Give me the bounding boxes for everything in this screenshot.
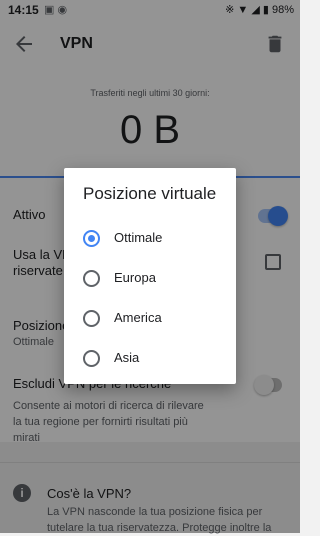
option-label: Ottimale bbox=[114, 230, 163, 245]
radio-button[interactable] bbox=[83, 270, 100, 287]
option-label: Europa bbox=[114, 270, 156, 285]
option-europe[interactable]: Europa bbox=[64, 258, 236, 298]
dialog-title: Posizione virtuale bbox=[83, 184, 217, 203]
radio-button-selected[interactable] bbox=[83, 230, 100, 247]
radio-button[interactable] bbox=[83, 350, 100, 367]
option-asia[interactable]: Asia bbox=[64, 338, 236, 378]
option-america[interactable]: America bbox=[64, 298, 236, 338]
option-label: America bbox=[114, 310, 162, 325]
option-optimal[interactable]: Ottimale bbox=[64, 218, 236, 258]
option-label: Asia bbox=[114, 350, 140, 365]
virtual-position-dialog: Posizione virtuale Ottimale Europa Ameri… bbox=[64, 168, 236, 384]
radio-button[interactable] bbox=[83, 310, 100, 327]
